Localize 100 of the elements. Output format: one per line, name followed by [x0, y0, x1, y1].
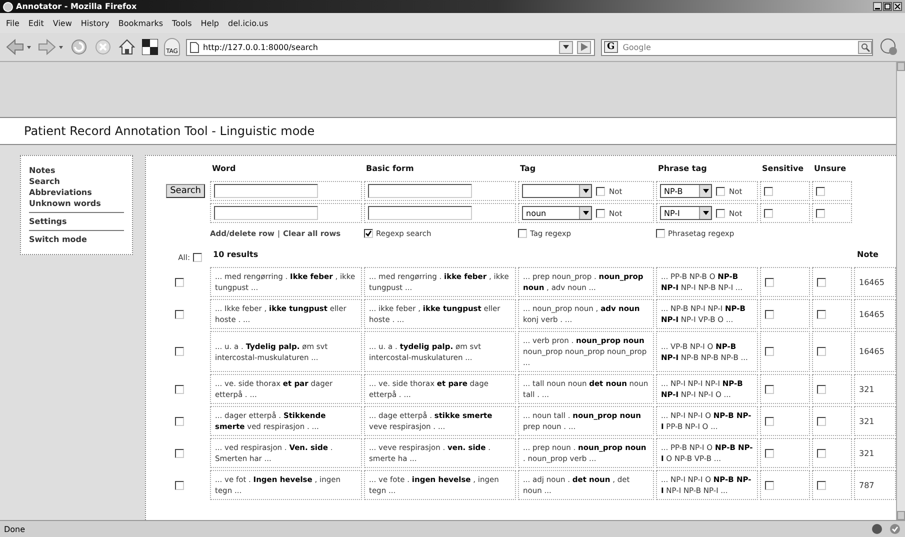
dropdown-button[interactable]	[579, 185, 591, 197]
globe-icon[interactable]	[879, 37, 899, 57]
menu-item[interactable]: del.icio.us	[228, 18, 268, 28]
caret-icon	[582, 189, 588, 193]
note-id: 787	[859, 480, 874, 490]
column-header: Note	[856, 250, 880, 261]
checkbox[interactable]	[765, 480, 774, 490]
grid-icon[interactable]	[142, 39, 158, 55]
page-title: Patient Record Annotation Tool - Linguistic mode	[24, 124, 315, 138]
checkbox[interactable]	[765, 310, 774, 318]
caret-icon	[702, 189, 708, 193]
check-icon[interactable]	[889, 523, 901, 535]
checkbox[interactable]	[765, 278, 774, 286]
sidebar-link[interactable]: Settings	[29, 216, 124, 227]
menu-item[interactable]: Bookmarks	[118, 18, 164, 28]
sidebar-link[interactable]: Switch mode	[29, 234, 124, 245]
note-id: 321	[859, 384, 874, 394]
checkbox[interactable]	[364, 229, 373, 238]
column-header: Sensitive	[761, 163, 805, 175]
checkbox[interactable]	[174, 347, 184, 356]
dropdown-button[interactable]	[699, 185, 711, 197]
menu-item[interactable]: Edit	[28, 18, 44, 28]
column-header: Phrase tag	[657, 163, 708, 175]
column-header: Unsure	[813, 163, 848, 175]
result-count: 10 results	[212, 250, 260, 261]
checkbox[interactable]	[817, 384, 826, 394]
tag-select[interactable]: noun	[522, 206, 592, 220]
sidebar-link[interactable]: Abbreviations	[29, 187, 124, 198]
phrase-tag-select[interactable]: NP-B	[660, 184, 712, 198]
address-field[interactable]: http://127.0.0.1:8000/search	[186, 38, 595, 56]
dropdown-icon[interactable]	[559, 40, 573, 54]
close-icon[interactable]	[893, 2, 902, 11]
note-id: 321	[859, 448, 874, 458]
checkbox[interactable]	[716, 208, 725, 218]
checkbox[interactable]	[764, 186, 773, 196]
note-id: 16465	[859, 276, 884, 288]
search-icon[interactable]	[858, 40, 872, 54]
basic-form-field[interactable]	[368, 184, 472, 198]
basic-form-field[interactable]	[368, 206, 472, 220]
checkbox[interactable]	[817, 310, 826, 318]
status-text: Done	[4, 524, 26, 534]
checkbox[interactable]	[193, 253, 202, 262]
checkbox[interactable]	[174, 416, 184, 426]
checkbox[interactable]	[174, 448, 184, 458]
go-icon[interactable]	[577, 40, 591, 54]
checkbox[interactable]	[716, 186, 725, 196]
checkbox[interactable]	[765, 416, 774, 426]
tag-select[interactable]	[522, 184, 592, 198]
checkbox[interactable]	[765, 347, 774, 356]
word-field[interactable]	[214, 206, 318, 220]
note-id: 16465	[859, 308, 884, 320]
sidebar-link[interactable]: Notes	[29, 165, 124, 176]
dropdown-button[interactable]	[579, 207, 591, 219]
sidebar-link[interactable]: Unknown words	[29, 198, 124, 209]
checkbox[interactable]	[817, 347, 826, 356]
menu-item[interactable]: History	[80, 18, 110, 28]
checkbox[interactable]	[817, 278, 826, 286]
forward-icon[interactable]	[38, 38, 64, 56]
checkbox[interactable]	[596, 208, 605, 218]
checkbox[interactable]	[764, 208, 773, 218]
checkbox[interactable]	[174, 384, 184, 394]
checkbox[interactable]	[656, 229, 665, 238]
checkbox[interactable]	[817, 480, 826, 490]
menu-item[interactable]: View	[52, 18, 72, 28]
dropdown-button[interactable]	[699, 207, 711, 219]
window-title: Annotator - Mozilla Firefox	[16, 2, 138, 11]
checkbox[interactable]	[174, 480, 184, 490]
checkbox[interactable]	[765, 384, 774, 394]
menu-item[interactable]: Help	[200, 18, 220, 28]
search-button[interactable]: Search	[166, 184, 205, 198]
checkbox[interactable]	[174, 278, 184, 286]
checkbox[interactable]	[518, 229, 527, 238]
caret-icon	[702, 211, 708, 215]
checkbox[interactable]	[174, 310, 184, 318]
checkbox[interactable]	[596, 186, 605, 196]
menu-item[interactable]: File	[6, 18, 20, 28]
note-id: 321	[859, 416, 874, 426]
page-icon	[190, 42, 199, 52]
scrollbar[interactable]	[896, 62, 905, 520]
browser-logo-icon	[3, 2, 13, 12]
reload-icon[interactable]	[70, 38, 88, 56]
minimize-icon[interactable]	[873, 2, 882, 11]
search-engine-button[interactable]: G	[604, 41, 618, 53]
checkbox[interactable]	[817, 416, 826, 426]
word-field[interactable]	[214, 184, 318, 198]
back-icon[interactable]	[6, 38, 32, 56]
checkbox[interactable]	[816, 208, 825, 218]
maximize-icon[interactable]	[883, 2, 892, 11]
checkbox[interactable]	[817, 448, 826, 458]
column-header: Tag	[519, 163, 537, 175]
menu-item[interactable]: Tools	[172, 18, 192, 28]
checkbox[interactable]	[816, 186, 825, 196]
home-icon[interactable]	[118, 38, 136, 56]
note-id: 16465	[859, 346, 884, 357]
sidebar-link[interactable]: Search	[29, 176, 124, 187]
column-header: Basic form	[365, 163, 415, 175]
caret-icon	[582, 211, 588, 215]
checkbox[interactable]	[765, 448, 774, 458]
search-bar[interactable]: G Google	[601, 38, 873, 56]
phrase-tag-select[interactable]: NP-I	[660, 206, 712, 220]
